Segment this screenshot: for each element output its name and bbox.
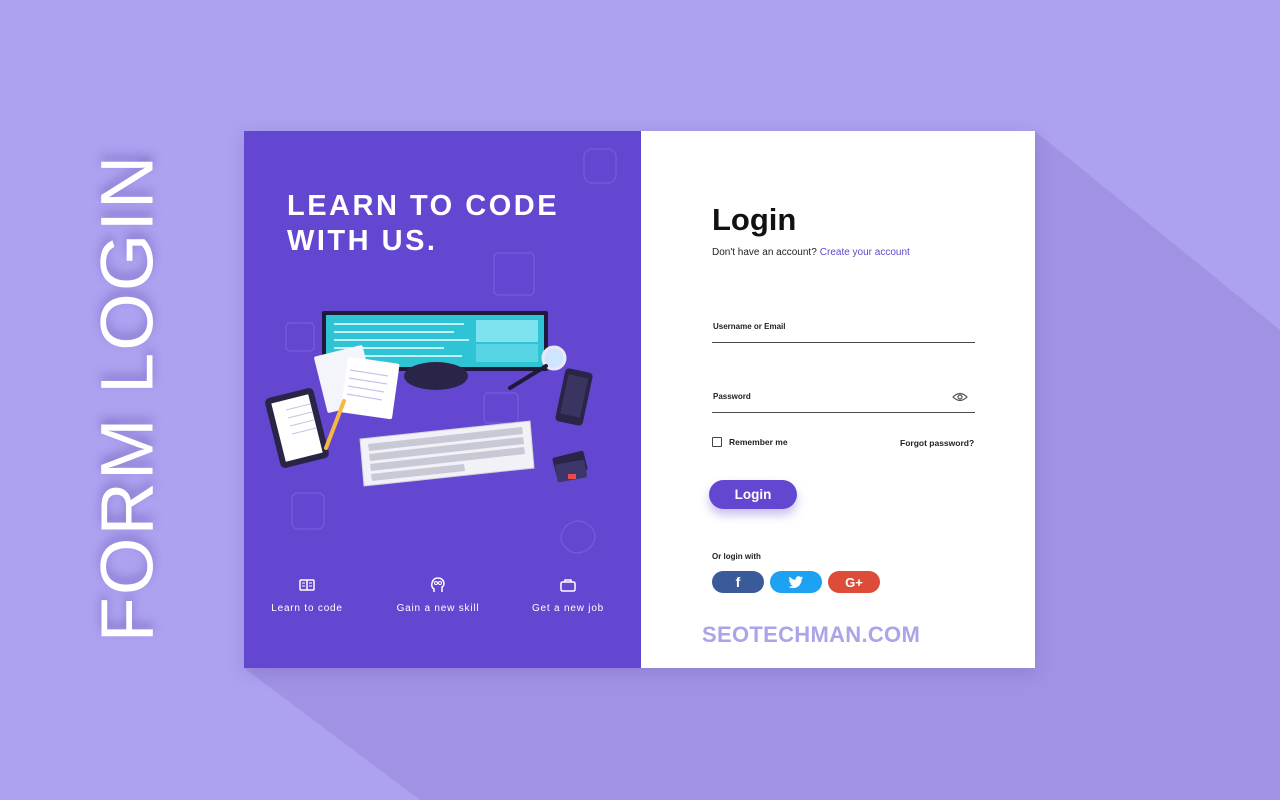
briefcase-icon	[560, 579, 576, 592]
feature-label: Get a new job	[531, 603, 605, 614]
twitter-icon	[788, 575, 804, 588]
google-plus-button[interactable]: G+	[828, 571, 880, 593]
facebook-button[interactable]: f	[712, 571, 764, 593]
remember-me[interactable]: Remember me	[712, 437, 788, 447]
login-title: Login	[712, 202, 797, 237]
banner-title: FORM LOGIN	[85, 153, 169, 643]
login-panel: Login Don't have an account? Create your …	[641, 131, 1035, 668]
feature-new-job: Get a new job	[508, 577, 628, 616]
feature-label: Learn to code	[271, 603, 343, 614]
watermark: SEOTECHMAN.COM	[702, 622, 921, 647]
feature-gain-skill: Gain a new skill	[378, 577, 498, 616]
twitter-button[interactable]	[770, 571, 822, 593]
signup-prompt: Don't have an account? Create your accoun…	[712, 247, 910, 258]
login-button[interactable]: Login	[709, 480, 797, 509]
feature-learn-to-code: Learn to code	[247, 577, 367, 616]
facebook-icon: f	[735, 574, 741, 590]
remember-checkbox[interactable]	[712, 437, 722, 447]
login-card: LEARN TO CODE WITH US. Learn to code Gai…	[244, 131, 1035, 668]
head-idea-icon	[431, 577, 445, 592]
username-field[interactable]: Username or Email	[712, 316, 975, 344]
headline: LEARN TO CODE WITH US.	[287, 189, 559, 259]
eye-icon[interactable]	[952, 391, 968, 403]
social-prompt: Or login with	[712, 552, 761, 561]
book-icon	[299, 579, 315, 591]
feature-label: Gain a new skill	[396, 603, 480, 614]
password-field[interactable]: Password	[712, 386, 975, 414]
forgot-password-link[interactable]: Forgot password?	[900, 438, 974, 448]
headline-line-2: WITH US.	[287, 225, 438, 257]
remember-label: Remember me	[729, 437, 788, 447]
username-input[interactable]	[712, 316, 956, 344]
google-plus-icon: G+	[845, 574, 863, 590]
create-account-link[interactable]: Create your account	[820, 247, 910, 258]
signup-prompt-text: Don't have an account?	[712, 247, 817, 258]
password-input[interactable]	[712, 386, 956, 414]
headline-line-1: LEARN TO CODE	[287, 190, 560, 222]
workspace-illustration	[265, 311, 593, 487]
promo-panel: LEARN TO CODE WITH US. Learn to code Gai…	[244, 131, 641, 668]
